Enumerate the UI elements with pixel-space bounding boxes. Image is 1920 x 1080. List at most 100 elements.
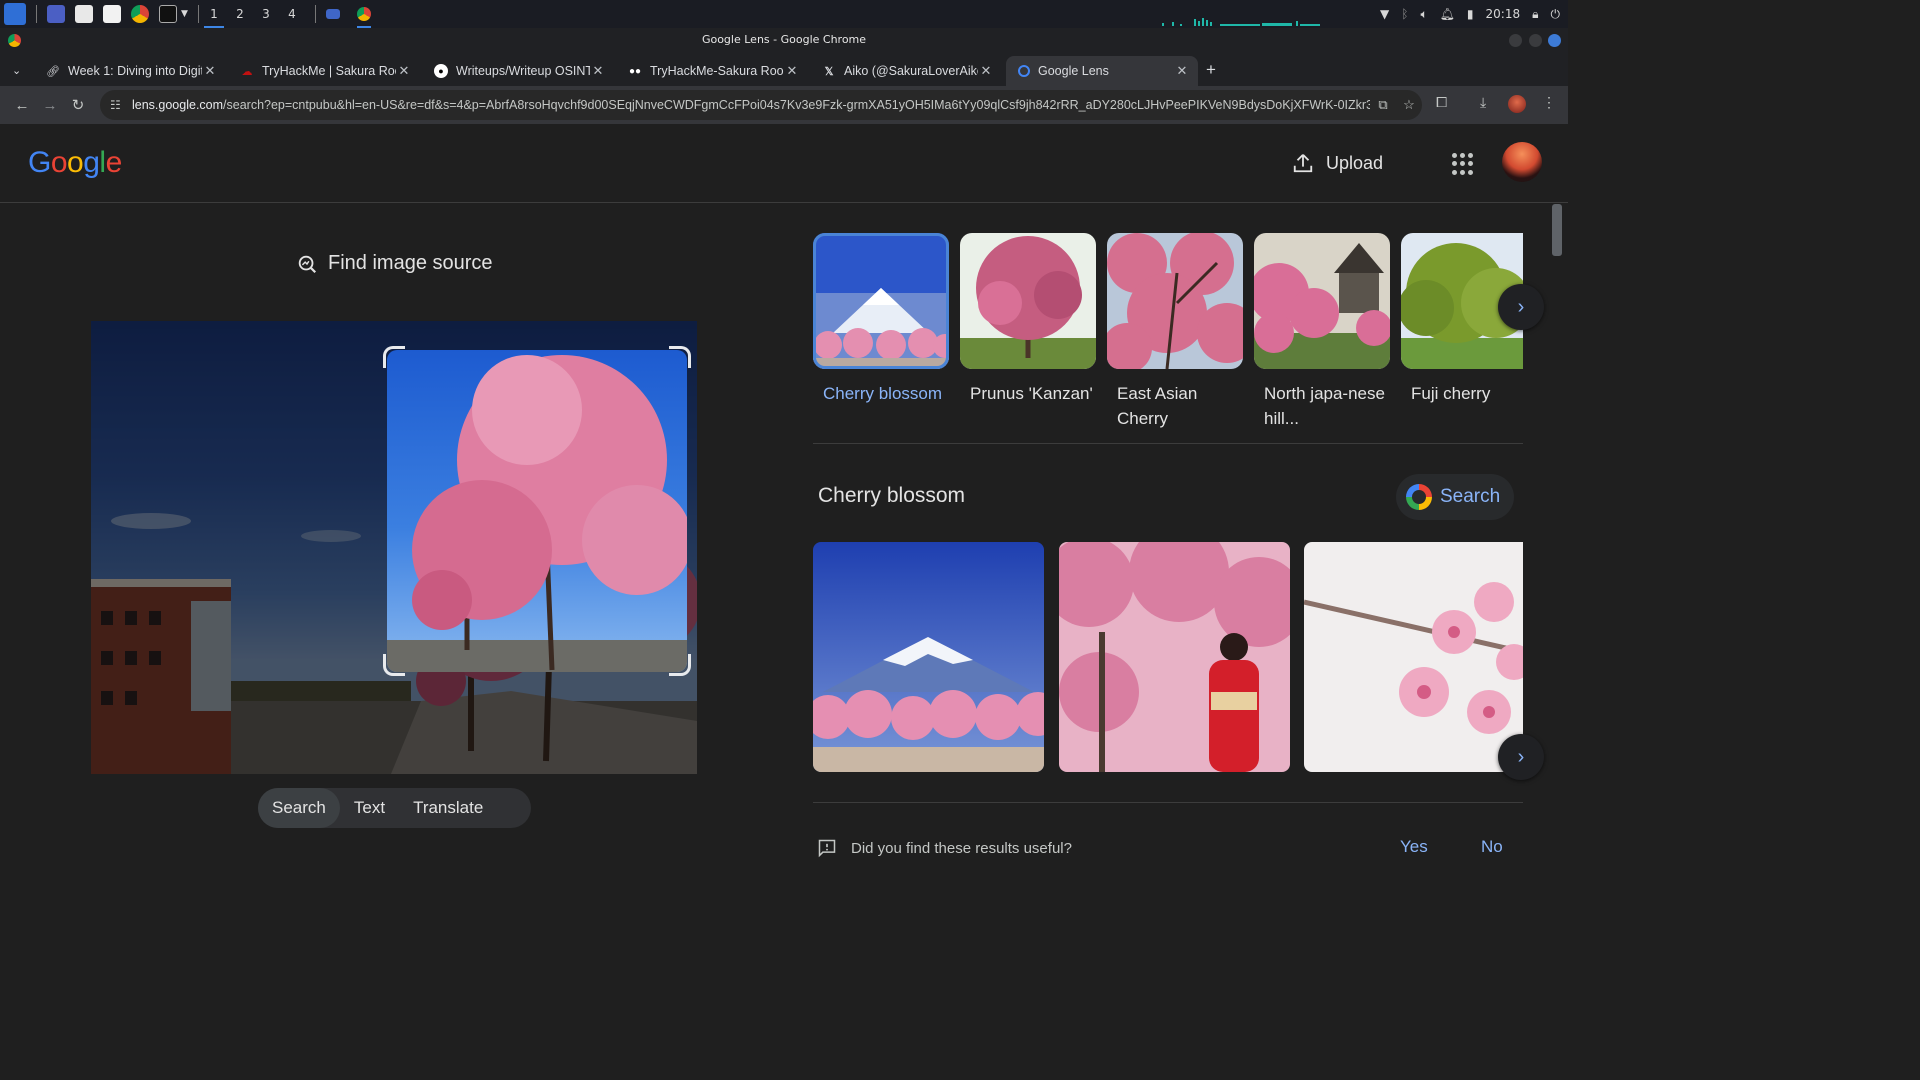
logo-letter: G (28, 146, 51, 179)
chrome-launcher-icon[interactable] (131, 5, 149, 23)
terminal-icon[interactable] (159, 5, 177, 23)
chrome-profile-avatar[interactable] (1508, 95, 1526, 113)
google-logo[interactable]: Google (28, 146, 122, 180)
google-lens-icon (1018, 65, 1030, 77)
lock-icon[interactable]: 🔒︎ (1532, 7, 1538, 22)
x-icon: 𝕏 (824, 65, 834, 78)
kali-menu-icon[interactable] (4, 3, 26, 25)
new-tab-icon[interactable]: + (1206, 60, 1216, 80)
close-tab-icon[interactable]: ✕ (396, 63, 412, 79)
close-window-button[interactable] (1548, 34, 1561, 47)
medium-icon: ●● (628, 65, 642, 77)
url-text[interactable]: lens.google.com/search?ep=cntpubu&hl=en-… (132, 98, 1370, 112)
volume-icon[interactable]: 🔈︎ (1420, 7, 1427, 22)
workspace-4[interactable]: 4 (279, 0, 305, 28)
github-icon: ● (434, 64, 448, 78)
address-bar[interactable]: ☷ lens.google.com/search?ep=cntpubu&hl=e… (100, 90, 1422, 120)
launcher-dropdown-icon[interactable]: ▼ (181, 9, 188, 19)
maximize-button[interactable] (1529, 34, 1542, 47)
workspace-1[interactable]: 1 (201, 0, 227, 28)
mode-search-button[interactable]: Search (258, 788, 340, 828)
window-button-chrome-icon[interactable] (354, 0, 374, 28)
tab-google-lens[interactable]: Google Lens ✕ (1006, 56, 1198, 86)
crop-handle-top-left[interactable] (383, 346, 405, 368)
crop-selection[interactable] (387, 350, 687, 672)
window-button-desktop-icon[interactable] (325, 9, 340, 19)
desktop-icon[interactable] (47, 5, 65, 23)
results-next-chevron-icon[interactable]: › (1498, 734, 1544, 780)
account-avatar[interactable] (1502, 142, 1542, 182)
mode-translate-button[interactable]: Translate (399, 788, 497, 828)
reload-icon[interactable]: ↻ (64, 96, 92, 114)
forward-arrow-icon[interactable]: → (36, 97, 64, 114)
upload-button[interactable]: Upload (1292, 150, 1383, 176)
tab-week1[interactable]: 🔗︎ Week 1: Diving into Digita ✕ (34, 56, 226, 86)
upload-icon (1293, 154, 1313, 173)
tab-x-profile[interactable]: 𝕏 Aiko (@SakuraLoverAiko) ✕ (810, 56, 1002, 86)
minimize-button[interactable] (1509, 34, 1522, 47)
result-image-kimono[interactable] (1059, 542, 1290, 772)
tab-github-writeup[interactable]: ● Writeups/Writeup OSINT ✕ (422, 56, 614, 86)
tab-search-chevron-icon[interactable]: ⌄ (12, 64, 21, 77)
file-manager-icon[interactable] (75, 5, 93, 23)
google-g-icon (1406, 484, 1432, 510)
network-activity-graph (1162, 18, 1320, 26)
browser-toolbar: ← → ↻ ☷ lens.google.com/search?ep=cntpub… (0, 86, 1568, 124)
close-tab-icon[interactable]: ✕ (1174, 63, 1190, 79)
install-app-icon[interactable]: ⧉ (1370, 97, 1396, 113)
close-tab-icon[interactable]: ✕ (202, 63, 218, 79)
feedback-no-button[interactable]: No (1481, 837, 1503, 857)
clock[interactable]: 20:18 (1486, 7, 1521, 21)
bookmark-star-icon[interactable]: ☆ (1396, 97, 1422, 113)
tab-medium-writeup[interactable]: ●● TryHackMe-Sakura Room ✕ (616, 56, 808, 86)
entity-chip-prunus-kanzan[interactable]: Prunus 'Kanzan' (960, 233, 1096, 406)
chrome-menu-kebab-icon[interactable]: ⋮ (1542, 94, 1556, 111)
text-editor-icon[interactable] (103, 5, 121, 23)
entities-next-chevron-icon[interactable]: › (1498, 284, 1544, 330)
google-apps-grid-icon[interactable] (1452, 153, 1474, 175)
google-search-chip[interactable]: Search (1396, 474, 1515, 520)
crop-handle-bottom-right[interactable] (669, 654, 691, 676)
entity-chip-east-asian-cherry[interactable]: East Asian Cherry (1107, 233, 1243, 431)
crop-handle-bottom-left[interactable] (383, 654, 405, 676)
crop-handle-top-right[interactable] (669, 346, 691, 368)
result-image-blossom-closeup[interactable] (1304, 542, 1523, 772)
page-scrollbar[interactable] (1552, 204, 1562, 256)
uploaded-image[interactable] (91, 321, 697, 774)
entity-label: Fuji cherry (1411, 384, 1491, 403)
tab-tryhackme-sakura[interactable]: ☁ TryHackMe | Sakura Room ✕ (228, 56, 420, 86)
mode-text-button[interactable]: Text (340, 788, 399, 828)
feedback-yes-button[interactable]: Yes (1400, 837, 1428, 857)
google-lens-page: Google Upload Find image source Search T… (0, 124, 1568, 882)
workspace-3[interactable]: 3 (253, 0, 279, 28)
close-tab-icon[interactable]: ✕ (784, 63, 800, 79)
taskbar-separator (36, 5, 37, 23)
result-image-mount-fuji[interactable] (813, 542, 1044, 772)
chrome-window-icon (8, 34, 21, 47)
notifications-bell-icon[interactable]: 🔔︎ (1440, 7, 1455, 21)
bluetooth-icon[interactable]: ᛒ (1401, 7, 1408, 21)
close-tab-icon[interactable]: ✕ (978, 63, 994, 79)
downloads-icon[interactable]: ⤓ (1480, 94, 1486, 111)
close-tab-icon[interactable]: ✕ (590, 63, 606, 79)
battery-icon[interactable]: ▮ (1467, 7, 1474, 21)
back-arrow-icon[interactable]: ← (8, 97, 36, 114)
logo-letter: g (83, 146, 100, 179)
taskbar-separator (197, 5, 199, 23)
power-icon[interactable]: ⏻ (1551, 7, 1561, 22)
workspace-2[interactable]: 2 (227, 0, 253, 28)
feedback-question: Did you find these results useful? (851, 839, 1072, 857)
link-icon: 🔗︎ (46, 65, 60, 78)
wifi-icon[interactable]: ▼ (1380, 7, 1389, 21)
entity-label: Prunus 'Kanzan' (970, 384, 1093, 403)
window-title: Google Lens - Google Chrome (701, 33, 867, 46)
entity-chip-north-japanese-hill[interactable]: North japa-nese hill... (1254, 233, 1390, 431)
search-chip-label: Search (1440, 486, 1501, 507)
site-settings-icon[interactable]: ☷ (110, 98, 132, 112)
tab-strip: ⌄ 🔗︎ Week 1: Diving into Digita ✕ ☁ TryH… (0, 52, 1568, 86)
lens-header: Google Upload (0, 124, 1568, 203)
extensions-puzzle-icon[interactable]: ⧠ (1436, 94, 1447, 111)
logo-letter: e (105, 146, 123, 179)
entity-chip-cherry-blossom[interactable]: Cherry blossom (813, 233, 949, 406)
find-image-source-button[interactable]: Find image source (296, 252, 493, 275)
